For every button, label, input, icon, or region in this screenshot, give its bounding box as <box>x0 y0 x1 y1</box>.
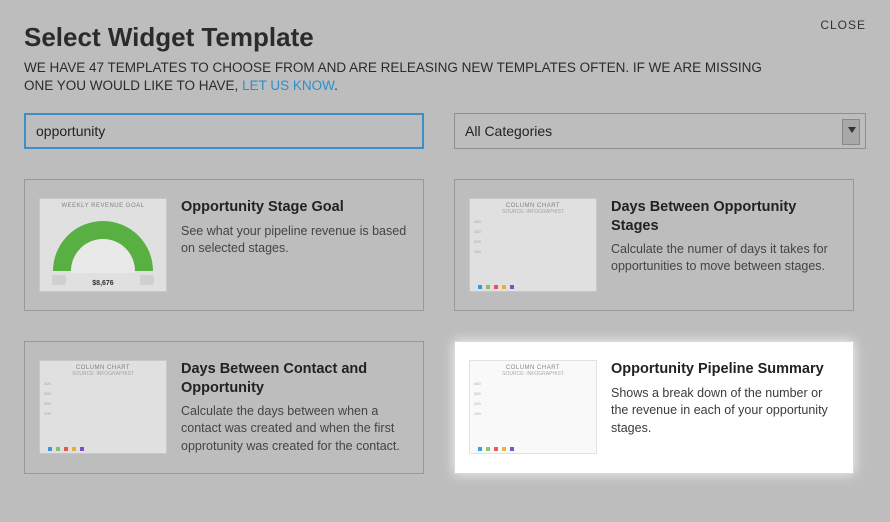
card-title: Days Between Contact and Opportunity <box>181 360 409 396</box>
column-chart-thumbnail: COLUMN CHART SOURCE: INFOGRAPHIST 400300… <box>469 198 597 292</box>
template-card[interactable]: COLUMN CHART SOURCE: INFOGRAPHIST 400300… <box>24 341 424 474</box>
template-card[interactable]: WEEKLY REVENUE GOAL $8,676 Opportunity S… <box>24 179 424 311</box>
modal-subtitle: WE HAVE 47 TEMPLATES TO CHOOSE FROM AND … <box>24 59 784 95</box>
card-description: Calculate the numer of days it takes for… <box>611 241 839 276</box>
subtitle-text-post: . <box>334 78 338 93</box>
template-card[interactable]: COLUMN CHART SOURCE: INFOGRAPHIST 400300… <box>454 341 854 474</box>
column-chart-thumbnail: COLUMN CHART SOURCE: INFOGRAPHIST 400300… <box>39 360 167 454</box>
search-input[interactable] <box>24 113 424 149</box>
category-select[interactable]: All Categories <box>454 113 866 149</box>
subtitle-text-pre: WE HAVE 47 TEMPLATES TO CHOOSE FROM AND … <box>24 60 762 93</box>
modal-title: Select Widget Template <box>24 22 866 53</box>
card-description: See what your pipeline revenue is based … <box>181 223 409 258</box>
template-card[interactable]: COLUMN CHART SOURCE: INFOGRAPHIST 400300… <box>454 179 854 311</box>
card-description: Calculate the days between when a contac… <box>181 403 409 456</box>
column-chart-thumbnail: COLUMN CHART SOURCE: INFOGRAPHIST 400300… <box>469 360 597 454</box>
card-title: Days Between Opportunity Stages <box>611 198 839 234</box>
gauge-thumbnail: WEEKLY REVENUE GOAL $8,676 <box>39 198 167 292</box>
card-title: Opportunity Stage Goal <box>181 198 409 216</box>
card-title: Opportunity Pipeline Summary <box>611 360 839 378</box>
close-button[interactable]: CLOSE <box>820 18 866 32</box>
let-us-know-link[interactable]: LET US KNOW <box>242 78 334 93</box>
card-description: Shows a break down of the number or the … <box>611 385 839 438</box>
